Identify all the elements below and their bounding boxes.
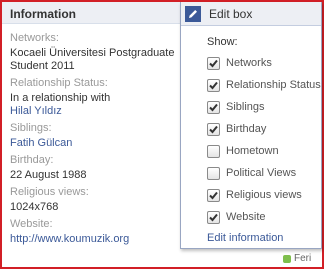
field-label: Networks: xyxy=(10,32,59,44)
information-panel: Information Networks: Kocaeli Üniversite… xyxy=(2,2,192,267)
field-birthday: Birthday: 22 August 1988 xyxy=(10,154,192,182)
checkbox-option[interactable]: Religious views xyxy=(181,184,321,206)
checkbox-option[interactable]: Siblings xyxy=(181,96,321,118)
checked-checkbox[interactable] xyxy=(207,78,220,92)
chat-friend[interactable]: Feri xyxy=(283,253,311,264)
checkbox-option[interactable]: Networks xyxy=(181,52,321,74)
field-networks: Networks: Kocaeli Üniversitesi Postgradu… xyxy=(10,32,192,73)
field-label: Religious views: xyxy=(10,186,89,198)
unchecked-checkbox[interactable] xyxy=(207,166,220,180)
field-value: Kocaeli Üniversitesi Postgraduate Studen… xyxy=(10,47,175,72)
online-status-icon xyxy=(283,254,291,263)
field-label: Siblings: xyxy=(10,122,52,134)
checkbox-label: Networks xyxy=(226,57,272,69)
field-value: 1024x768 xyxy=(10,201,59,213)
checkbox-label: Relationship Status xyxy=(226,79,321,91)
field-religious-views: Religious views: 1024x768 xyxy=(10,186,192,214)
checkbox-option[interactable]: Political Views xyxy=(181,162,321,184)
show-label: Show: xyxy=(207,36,238,48)
field-siblings: Siblings: Fatih Gülcan xyxy=(10,122,192,150)
field-label: Birthday: xyxy=(10,154,54,166)
field-label: Relationship Status: xyxy=(10,77,108,89)
field-label: Website: xyxy=(10,218,53,230)
checked-checkbox[interactable] xyxy=(207,56,220,70)
checkbox-option[interactable]: Website xyxy=(181,206,321,228)
edit-box-popup: Edit box Show: Networks Relationship Stat… xyxy=(180,2,322,249)
checkbox-label: Religious views xyxy=(226,189,302,201)
checkbox-option[interactable]: Relationship Status xyxy=(181,74,321,96)
field-value: 22 August 1988 xyxy=(10,169,87,181)
edit-box-header[interactable]: Edit box xyxy=(181,2,321,26)
checked-checkbox[interactable] xyxy=(207,100,220,114)
partner-link[interactable]: Hilal Yıldız xyxy=(10,105,192,118)
checked-checkbox[interactable] xyxy=(207,210,220,224)
checked-checkbox[interactable] xyxy=(207,122,220,136)
field-value: In a relationship with xyxy=(10,92,111,104)
visibility-options: Networks Relationship Status Siblings Birth… xyxy=(181,52,321,228)
sibling-link[interactable]: Fatih Gülcan xyxy=(10,137,192,150)
unchecked-checkbox[interactable] xyxy=(207,144,220,158)
field-website: Website: http://www.koumuzik.org xyxy=(10,218,192,246)
checkbox-label: Website xyxy=(226,211,266,223)
checkbox-label: Hometown xyxy=(226,145,279,157)
edit-box-title: Edit box xyxy=(209,6,253,21)
field-relationship: Relationship Status: In a relationship w… xyxy=(10,77,192,118)
edit-information-link[interactable]: Edit information xyxy=(207,232,321,244)
information-body: Networks: Kocaeli Üniversitesi Postgradu… xyxy=(2,24,192,246)
chat-friend-name: Feri xyxy=(294,253,312,264)
checkbox-option[interactable]: Hometown xyxy=(181,140,321,162)
checkbox-label: Siblings xyxy=(226,101,265,113)
website-link[interactable]: http://www.koumuzik.org xyxy=(10,233,192,246)
checked-checkbox[interactable] xyxy=(207,188,220,202)
information-header: Information xyxy=(2,2,192,24)
checkbox-label: Birthday xyxy=(226,123,267,135)
pencil-icon xyxy=(185,5,201,22)
checkbox-label: Political Views xyxy=(226,167,297,179)
checkbox-option[interactable]: Birthday xyxy=(181,118,321,140)
